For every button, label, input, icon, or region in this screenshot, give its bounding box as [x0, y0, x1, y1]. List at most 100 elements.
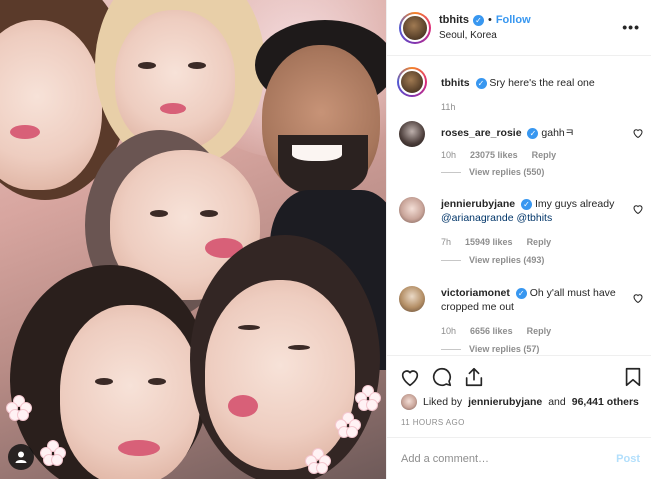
photo-face-2 [115, 10, 235, 150]
photo-lip-1 [10, 125, 40, 139]
more-icon[interactable]: ••• [622, 19, 640, 35]
post-side-panel: tbhits ✓ • Follow Seoul, Korea ••• tbhit… [386, 0, 651, 479]
mention-link[interactable]: @tbhits [516, 212, 552, 224]
comment-likes[interactable]: 6656 likes [470, 326, 513, 336]
blossom-decoration [6, 395, 32, 421]
post-comment-button[interactable]: Post [616, 453, 640, 465]
comment-time: 10h [441, 326, 457, 336]
reply-button[interactable]: Reply [527, 326, 552, 336]
photo-beard [278, 135, 368, 195]
post-actions: Liked by jennierubyjane and 96,441 other… [387, 355, 651, 433]
liked-by-prefix: Liked by [423, 396, 463, 408]
heart-icon[interactable] [632, 292, 644, 304]
mention-link[interactable]: @arianagrande [441, 212, 514, 224]
view-replies-label: View replies (57) [469, 344, 540, 354]
photo-eye [138, 62, 156, 69]
comment-likes[interactable]: 23075 likes [470, 150, 518, 160]
caption: tbhits ✓ Sry here's the real one 11h [397, 67, 644, 115]
comment-meta: 10h 23075 likes Reply [441, 150, 556, 160]
blossom-decoration [355, 385, 381, 411]
author-username[interactable]: tbhits [439, 14, 469, 26]
comment-likes[interactable]: 15949 likes [465, 237, 513, 247]
photo-lip-2 [160, 103, 186, 114]
comment-username[interactable]: victoriamonet [441, 287, 510, 299]
comment-username[interactable]: jennierubyjane [441, 198, 515, 210]
comment-time: 7h [441, 237, 452, 247]
likes-count[interactable]: 96,441 others [572, 396, 639, 408]
photo-smile [292, 145, 342, 161]
comment-item: jennierubyjane ✓ Imy guys already @arian… [399, 197, 644, 271]
liked-by-middle: and [548, 396, 566, 408]
photo-eye [188, 62, 206, 69]
caption-username[interactable]: tbhits [441, 77, 470, 89]
post-photo[interactable] [0, 0, 386, 479]
photo-lip-6 [228, 395, 258, 417]
view-replies-label: View replies (550) [469, 167, 545, 177]
verified-icon: ✓ [515, 288, 527, 299]
author-avatar[interactable] [401, 14, 429, 42]
view-replies-label: View replies (493) [469, 255, 545, 265]
verified-icon: ✓ [472, 14, 484, 26]
blossom-decoration [40, 440, 66, 466]
photo-eye [150, 210, 168, 217]
heart-icon[interactable] [632, 203, 644, 215]
post-header: tbhits ✓ • Follow Seoul, Korea ••• [387, 0, 651, 56]
photo-eye [95, 378, 113, 385]
comment-item: victoriamonet ✓ Oh y'all must have cropp… [399, 286, 644, 354]
comment-avatar[interactable] [399, 121, 425, 147]
view-replies-button[interactable]: View replies (57) [441, 344, 539, 354]
comment-time: 10h [441, 150, 457, 160]
photo-lip-5 [118, 440, 160, 456]
verified-icon: ✓ [475, 78, 487, 89]
replies-line [441, 348, 461, 350]
photo-face-6 [205, 280, 355, 470]
comment-username[interactable]: roses_are_rosie [441, 127, 522, 139]
comment-input[interactable]: Add a comment… [401, 453, 489, 465]
post-location[interactable]: Seoul, Korea [439, 30, 497, 41]
caption-text: Sry here's the real one [489, 77, 595, 89]
share-icon[interactable] [463, 366, 485, 388]
comment-item: roses_are_rosie ✓ gahhㅋ 10h 23075 likes … [399, 121, 644, 181]
comment-text: Imy guys already [534, 198, 615, 210]
liker-avatar[interactable] [401, 394, 417, 410]
view-replies-button[interactable]: View replies (550) [441, 167, 544, 177]
post-timestamp[interactable]: 11 HOURS AGO [401, 418, 465, 427]
separator-dot: • [487, 14, 492, 26]
caption-time: 11h [441, 102, 456, 112]
comment-body: roses_are_rosie ✓ gahhㅋ [441, 126, 619, 140]
reply-button[interactable]: Reply [532, 150, 557, 160]
comment-avatar[interactable] [399, 286, 425, 312]
comments-list[interactable]: tbhits ✓ Sry here's the real one 11h ros… [387, 57, 651, 354]
author-line: tbhits ✓ • Follow [439, 14, 531, 26]
photo-closed-eye [288, 345, 310, 350]
comment-meta: 7h 15949 likes Reply [441, 237, 551, 247]
bookmark-icon[interactable] [622, 366, 644, 388]
replies-line [441, 171, 461, 173]
view-replies-button[interactable]: View replies (493) [441, 255, 544, 265]
photo-closed-eye [238, 325, 260, 330]
comment-body: jennierubyjane ✓ Imy guys already @arian… [441, 197, 619, 225]
reply-button[interactable]: Reply [527, 237, 552, 247]
liked-by-row: Liked by jennierubyjane and 96,441 other… [401, 394, 639, 410]
user-tag-button[interactable] [8, 444, 34, 470]
caption-avatar[interactable] [399, 69, 425, 95]
add-comment-bar: Add a comment… Post [387, 437, 651, 479]
liker-username[interactable]: jennierubyjane [468, 396, 542, 408]
user-tag-icon [15, 451, 27, 463]
caption-body: tbhits ✓ Sry here's the real one [441, 76, 619, 90]
heart-icon[interactable] [399, 366, 421, 388]
blossom-decoration [305, 448, 331, 474]
comment-icon[interactable] [431, 366, 453, 388]
heart-icon[interactable] [632, 127, 644, 139]
verified-icon: ✓ [527, 128, 539, 139]
verified-icon: ✓ [521, 199, 533, 210]
comment-avatar[interactable] [399, 197, 425, 223]
photo-eye [200, 210, 218, 217]
caption-meta: 11h [441, 102, 455, 112]
comment-meta: 10h 6656 likes Reply [441, 326, 551, 336]
comment-text: gahhㅋ [541, 127, 575, 139]
follow-button[interactable]: Follow [496, 14, 531, 26]
photo-eye [148, 378, 166, 385]
blossom-decoration [335, 412, 361, 438]
comment-body: victoriamonet ✓ Oh y'all must have cropp… [441, 286, 619, 314]
